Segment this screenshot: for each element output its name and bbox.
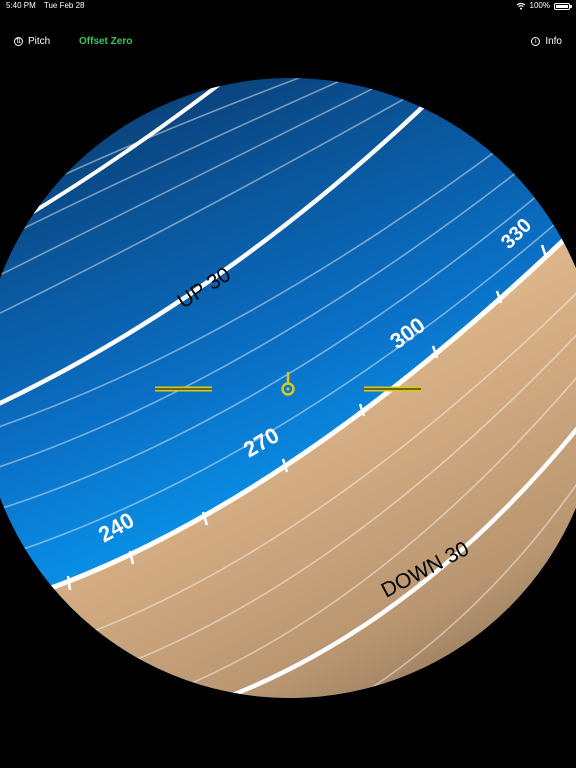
sphere-body: 240 270 300 330 UP 30 DOWN 30 <box>0 78 576 698</box>
reticle-dot <box>286 387 290 391</box>
attitude-sphere[interactable]: 240 270 300 330 UP 30 DOWN 30 <box>0 0 576 768</box>
